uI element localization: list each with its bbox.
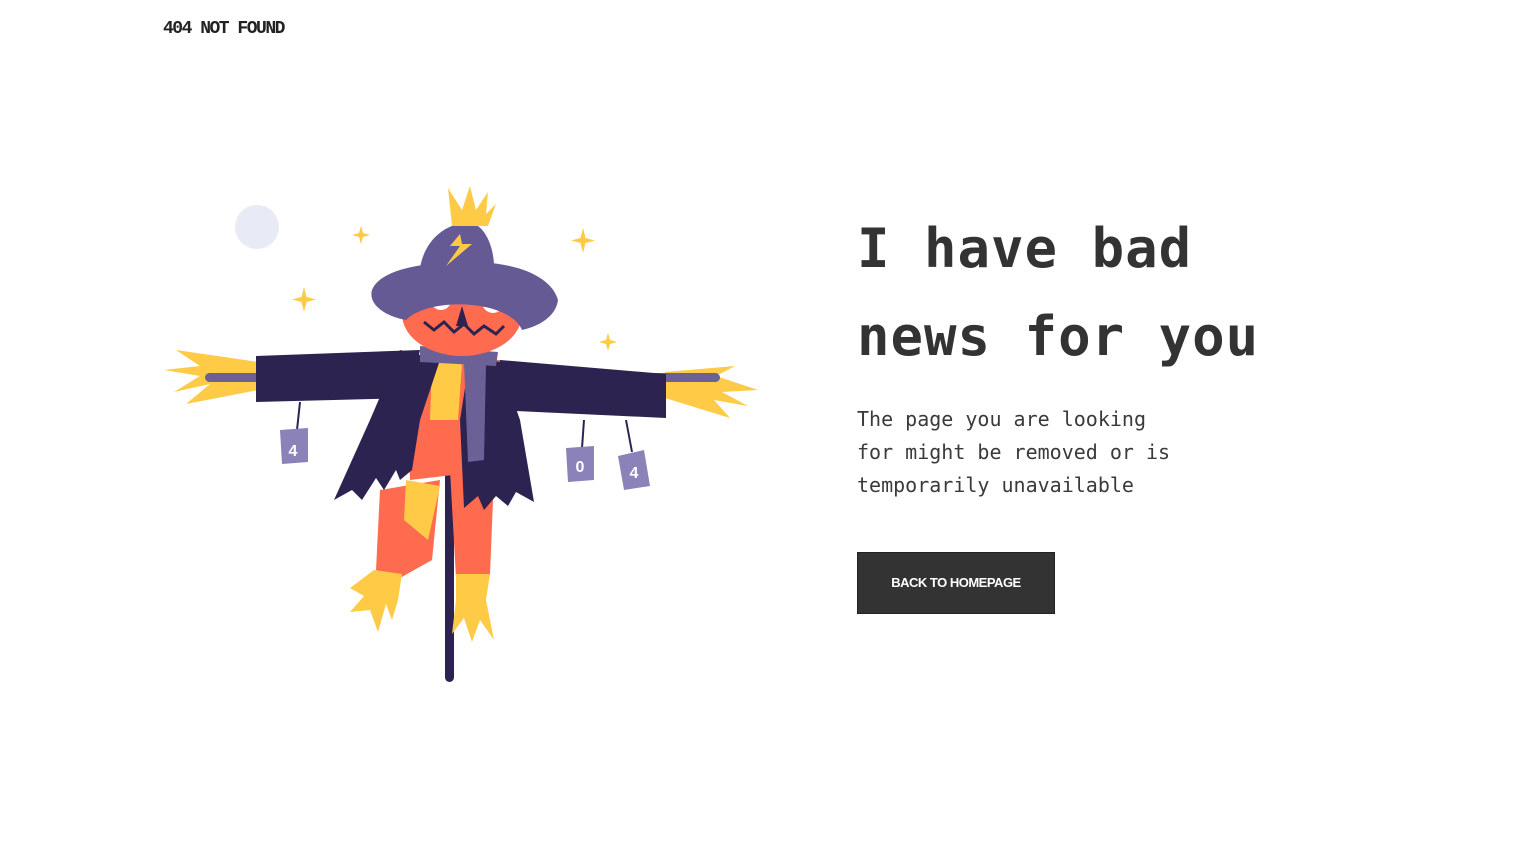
can-0: 0 xyxy=(566,446,594,482)
svg-text:0: 0 xyxy=(576,459,585,476)
headline-line-1: I have bad xyxy=(857,217,1193,280)
svg-text:4: 4 xyxy=(630,465,639,482)
message-line-3: temporarily unavailable xyxy=(857,473,1134,497)
headline-line-2: news for you xyxy=(857,305,1260,368)
error-content: I have bad news for you The page you are… xyxy=(857,205,1377,614)
moon-icon xyxy=(235,205,279,249)
can-4-left: 4 xyxy=(280,428,308,464)
back-to-homepage-button[interactable]: BACK TO HOMEPAGE xyxy=(857,552,1055,614)
message-line-2: for might be removed or is xyxy=(857,440,1171,464)
page-title: I have bad news for you xyxy=(857,205,1377,381)
svg-text:4: 4 xyxy=(289,443,298,460)
scarecrow-illustration: 4 0 4 xyxy=(164,186,758,682)
can-4-right: 4 xyxy=(618,450,650,490)
message-line-1: The page you are looking xyxy=(857,407,1146,431)
error-message: The page you are looking for might be re… xyxy=(857,403,1217,502)
right-sleeve xyxy=(495,360,666,418)
page-status-label: 404 NOT FOUND xyxy=(163,19,285,39)
